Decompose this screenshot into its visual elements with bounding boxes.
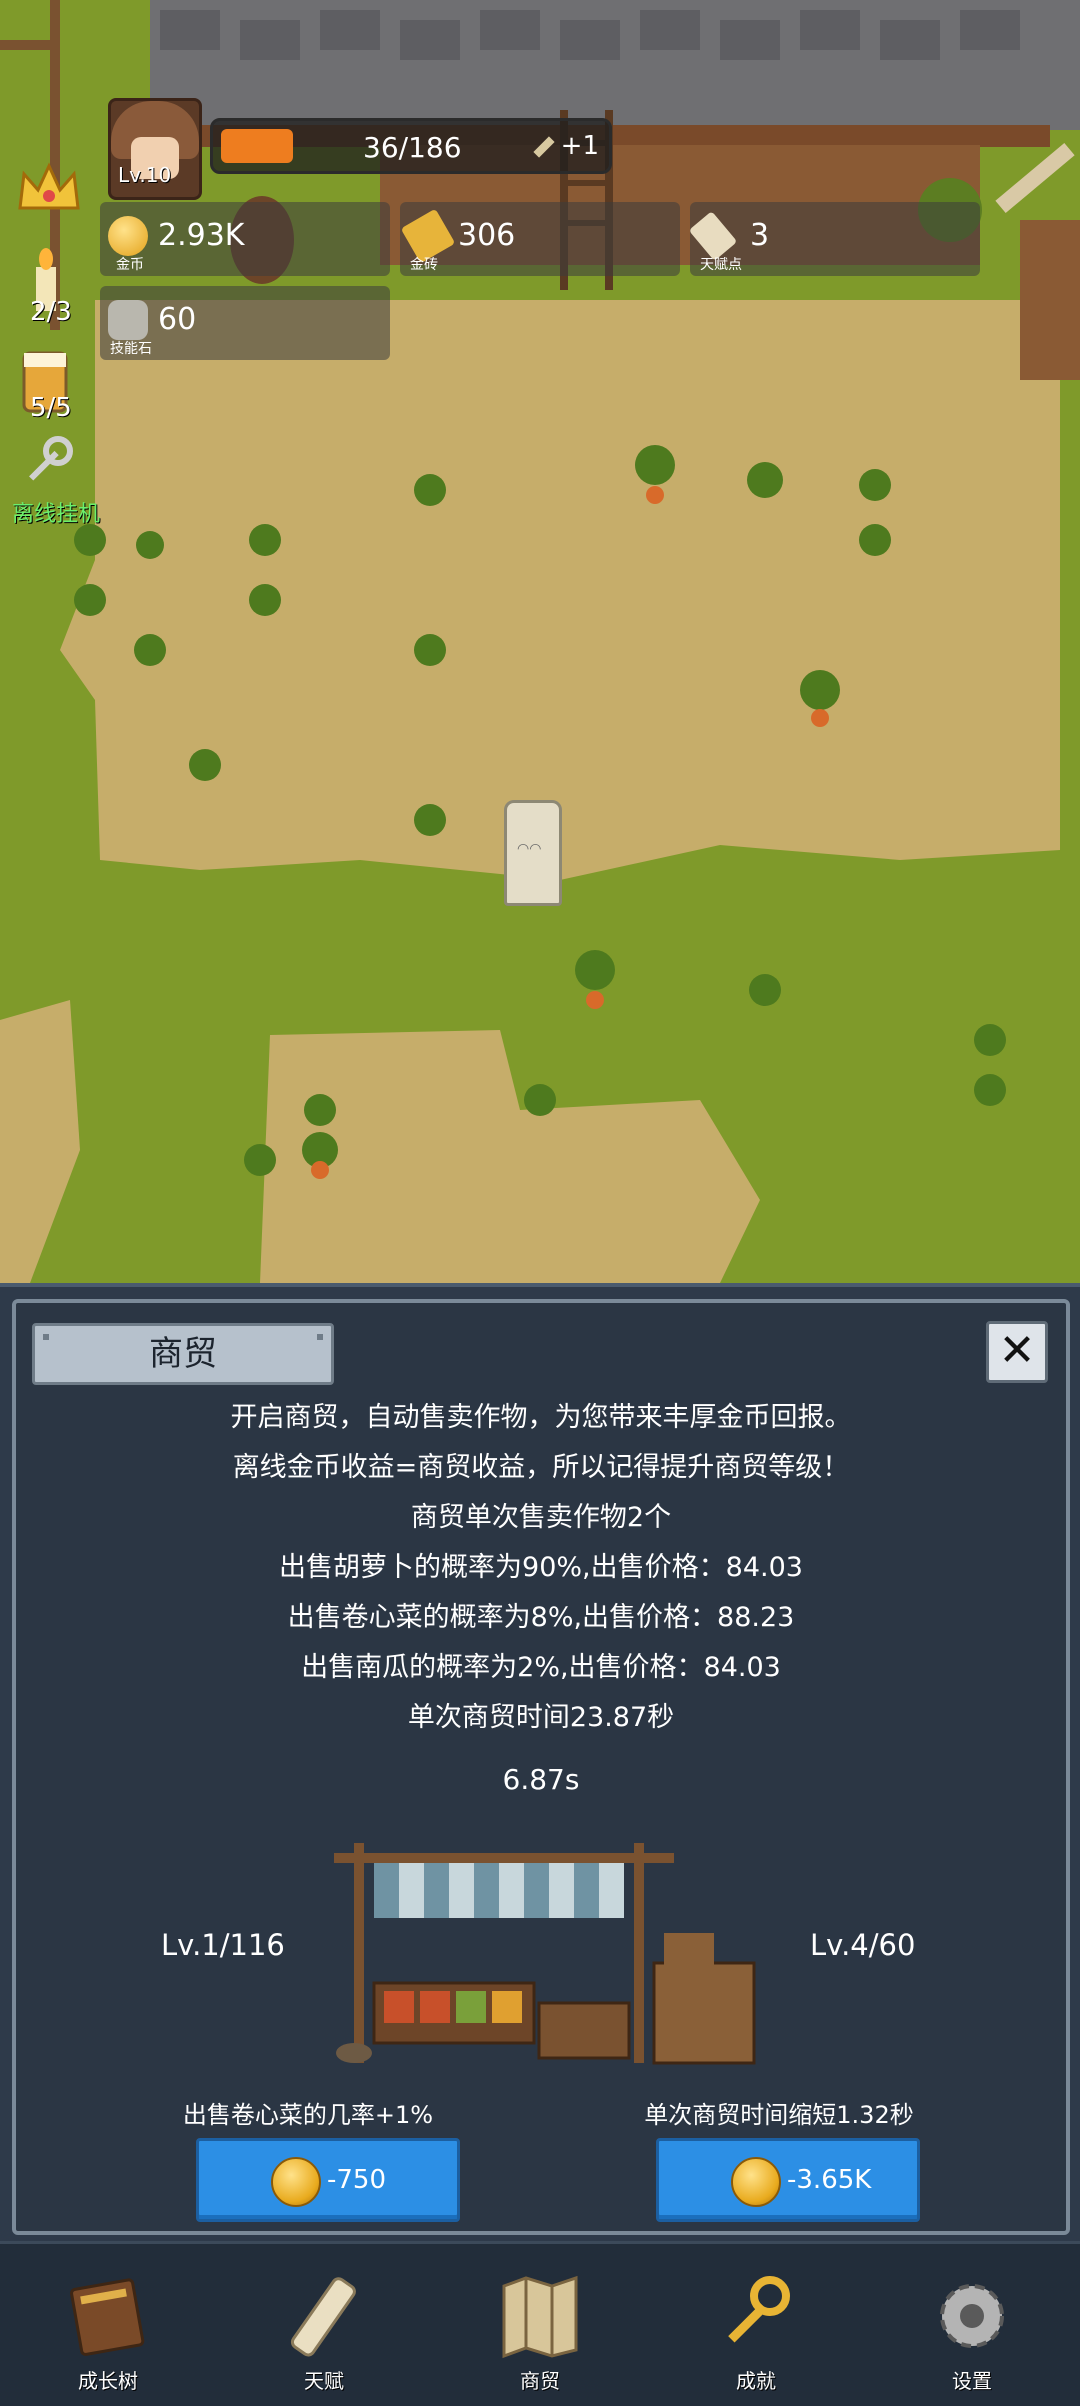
close-button[interactable]: ✕ [986, 1321, 1048, 1383]
desc-line-3: 商贸单次售卖作物2个 [410, 1502, 672, 1533]
trade-panel-frame: 商贸 ✕ 开启商贸，自动售卖作物，为您带来丰厚金币回报。 离线金币收益=商贸收益… [12, 1299, 1070, 2235]
farm-scene: Lv.10 36/186 +1 2.93K 金币 306 金砖 3 天赋点 60… [0, 0, 1080, 1283]
left-level: Lv.1/116 [161, 1928, 285, 1962]
desc-line-2: 离线金币收益=商贸收益，所以记得提升商贸等级！ [232, 1452, 850, 1483]
right-level: Lv.4/60 [810, 1928, 916, 1962]
skillstone-resource: 60 技能石 [100, 286, 390, 360]
trade-timer: 6.87s [502, 1763, 580, 1796]
panel-title: 商贸 [32, 1323, 334, 1385]
brick-caption: 金砖 [410, 257, 438, 273]
skillstone-value: 60 [158, 302, 197, 337]
nav-trade[interactable]: 商贸 [432, 2244, 648, 2406]
xp-bar: 36/186 +1 [210, 118, 612, 174]
nav-achievement[interactable]: 成就 [648, 2244, 864, 2406]
xp-bar-fill [221, 129, 293, 163]
gold-caption: 金币 [116, 257, 144, 273]
desc-line-4: 出售胡萝卜的概率为90%,出售价格：84.03 [279, 1552, 803, 1583]
beer-mug-icon[interactable]: 5/5 [16, 345, 76, 425]
crown-icon[interactable] [16, 160, 82, 216]
trade-panel: 商贸 ✕ 开启商贸，自动售卖作物，为您带来丰厚金币回报。 离线金币收益=商贸收益… [0, 1283, 1080, 2245]
map-icon [502, 2275, 578, 2359]
left-upgrade-text: 出售卷心菜的几率+1% [182, 2101, 434, 2129]
talent-caption: 天赋点 [700, 257, 742, 273]
idle-label[interactable]: 离线挂机 [12, 496, 100, 528]
right-upgrade-cost: -3.65K [787, 2165, 872, 2195]
nav-label-talent: 天赋 [304, 2369, 344, 2393]
right-upgrade-button[interactable]: -3.65K [656, 2138, 920, 2222]
candle-icon[interactable]: 2/3 [16, 245, 76, 335]
brick-resource: 306 金砖 [400, 202, 680, 276]
candle-count: 2/3 [30, 297, 72, 327]
bottom-nav: 成长树 天赋 商贸 成就 设置 [0, 2241, 1080, 2406]
gold-coin-icon [731, 2157, 781, 2207]
gear-icon [940, 2284, 1004, 2348]
close-icon: ✕ [998, 1325, 1036, 1376]
right-upgrade-text: 单次商贸时间缩短1.32秒 [644, 2101, 914, 2129]
left-upgrade-cost: -750 [327, 2165, 387, 2195]
gold-resource: 2.93K 金币 [100, 202, 390, 276]
nav-label-achievement: 成就 [736, 2369, 776, 2393]
key-icon [728, 2276, 790, 2343]
book-icon [70, 2278, 145, 2356]
mug-count: 5/5 [30, 393, 72, 423]
nav-label-trade: 商贸 [520, 2369, 560, 2393]
market-stall-icon [334, 1843, 756, 2065]
desc-line-7: 单次商贸时间23.87秒 [407, 1702, 675, 1733]
nav-talent[interactable]: 天赋 [216, 2244, 432, 2406]
talent-resource: 3 天赋点 [688, 202, 980, 276]
desc-line-1: 开启商贸，自动售卖作物，为您带来丰厚金币回报。 [230, 1402, 852, 1433]
stone-marker[interactable]: ◠◠ [504, 800, 562, 906]
desc-line-6: 出售南瓜的概率为2%,出售价格：84.03 [301, 1652, 781, 1683]
skillstone-caption: 技能石 [110, 341, 152, 357]
player-level: Lv.10 [118, 163, 172, 187]
nav-label-settings: 设置 [952, 2369, 992, 2393]
xp-bonus-value: +1 [560, 131, 599, 161]
brick-value: 306 [458, 218, 516, 253]
scroll-icon [290, 2277, 356, 2357]
left-upgrade-button[interactable]: -750 [196, 2138, 460, 2222]
stone-face-icon: ◠◠ [517, 841, 542, 857]
gold-coin-icon [108, 216, 148, 256]
skillstone-icon [108, 300, 148, 340]
xp-text: 36/186 [363, 131, 462, 164]
talent-value: 3 [750, 218, 770, 253]
nav-label-growth: 成长树 [78, 2369, 138, 2393]
nav-settings[interactable]: 设置 [864, 2244, 1080, 2406]
nav-growth-tree[interactable]: 成长树 [0, 2244, 216, 2406]
gold-value: 2.93K [158, 218, 245, 253]
quill-icon [533, 135, 555, 158]
desc-line-5: 出售卷心菜的概率为8%,出售价格：88.23 [287, 1602, 795, 1633]
xp-bonus[interactable]: +1 [533, 131, 599, 161]
gold-coin-icon [271, 2157, 321, 2207]
